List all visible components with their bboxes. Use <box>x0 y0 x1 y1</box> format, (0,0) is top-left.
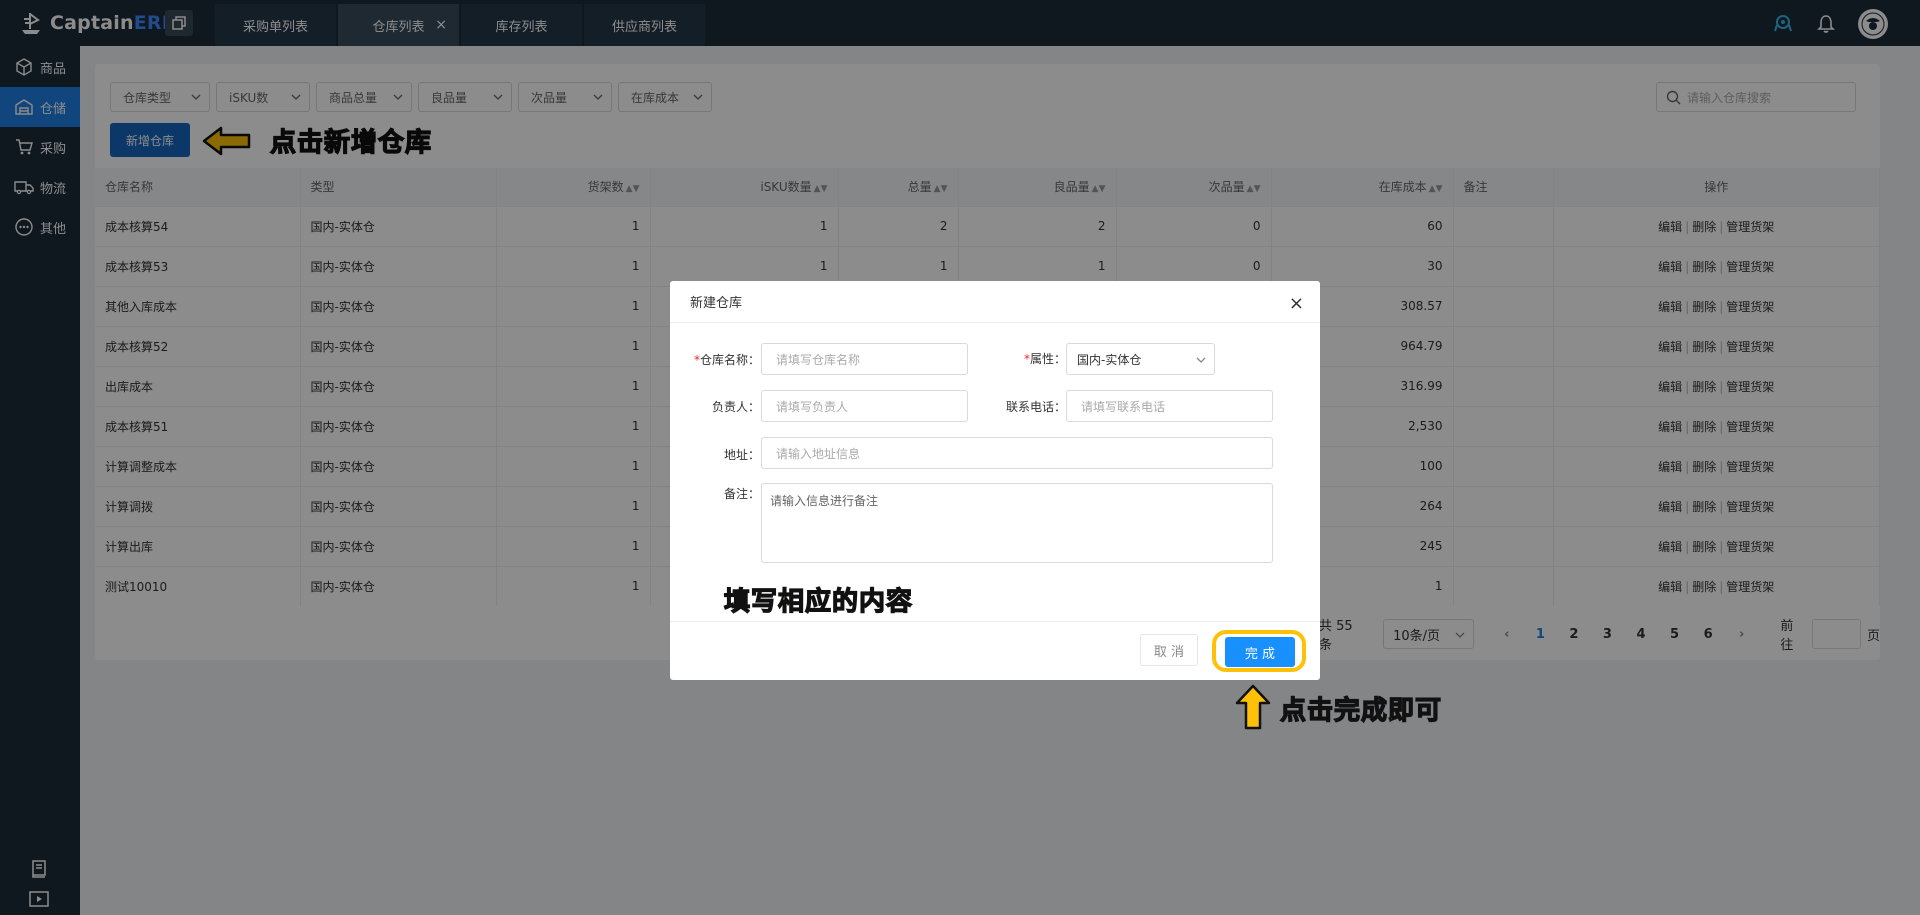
arrow-up-icon <box>1235 684 1271 730</box>
warehouse-name-label: *仓库名称： <box>693 353 760 367</box>
owner-label: 负责人： <box>711 400 760 414</box>
placeholder: 请填写仓库名称 <box>776 352 861 367</box>
attribute-select[interactable]: 国内-实体仓 <box>1066 343 1215 375</box>
owner-input[interactable]: 请填写负责人 <box>761 390 968 422</box>
remark-label: 备注： <box>723 487 760 501</box>
placeholder: 请填写负责人 <box>776 399 849 414</box>
address-input[interactable]: 请输入地址信息 <box>761 437 1273 469</box>
chevron-down-icon <box>1196 357 1206 363</box>
dialog-header: 新建仓库 × <box>670 281 1320 323</box>
cancel-button[interactable]: 取 消 <box>1140 634 1198 666</box>
selected-value: 国内-实体仓 <box>1077 352 1142 367</box>
attribute-label: *属性： <box>1023 352 1066 366</box>
finish-button[interactable]: 完 成 <box>1225 637 1295 667</box>
finish-hint: 点击完成即可 <box>1279 695 1443 726</box>
new-warehouse-dialog: 新建仓库 × *仓库名称： 请填写仓库名称 *属性： 国内-实体仓 负责人： 请… <box>670 281 1320 680</box>
remark-textarea[interactable]: 请输入信息进行备注 <box>761 483 1273 563</box>
phone-input[interactable]: 请填写联系电话 <box>1066 390 1273 422</box>
phone-label: 联系电话： <box>1005 400 1066 414</box>
close-icon[interactable]: × <box>1289 293 1304 314</box>
fill-content-hint: 填写相应的内容 <box>723 586 914 617</box>
placeholder: 请输入地址信息 <box>776 446 861 461</box>
placeholder: 请输入信息进行备注 <box>770 494 879 508</box>
address-label: 地址： <box>723 448 760 462</box>
dialog-title: 新建仓库 <box>690 296 743 311</box>
placeholder: 请填写联系电话 <box>1081 399 1166 414</box>
warehouse-name-input[interactable]: 请填写仓库名称 <box>761 343 968 375</box>
